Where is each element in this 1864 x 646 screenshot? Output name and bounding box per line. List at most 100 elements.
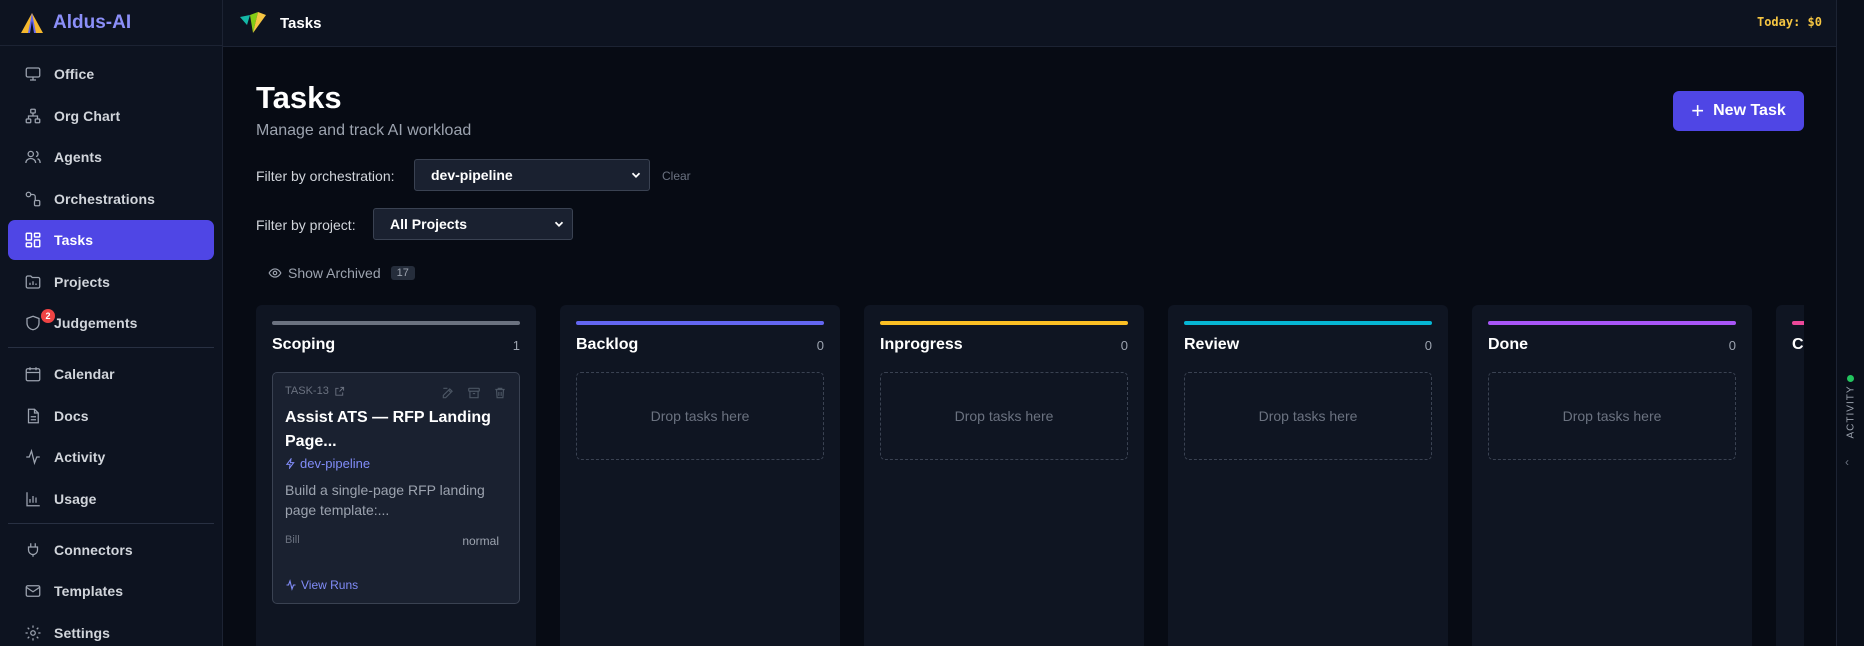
chevron-down-icon <box>554 221 564 227</box>
external-link-icon[interactable] <box>334 386 345 397</box>
column-title: Review <box>1184 336 1240 353</box>
orchestration-filter-select[interactable]: dev-pipeline <box>414 159 650 191</box>
sidebar-item-docs[interactable]: Docs <box>8 396 214 436</box>
trash-icon[interactable] <box>493 386 507 400</box>
edit-icon[interactable] <box>441 386 455 400</box>
show-archived-label: Show Archived <box>288 265 381 281</box>
sidebar-item-label: Agents <box>54 149 103 165</box>
calendar-icon <box>25 367 41 382</box>
gear-icon <box>25 625 41 640</box>
brand-name: Aldus-AI <box>53 11 132 33</box>
today-cost: Today: $0 <box>1756 15 1822 29</box>
archived-count-badge: 17 <box>390 266 415 280</box>
project-filter-value: All Projects <box>390 216 468 232</box>
sidebar: Aldus-AI Office Org Chart Agents Orchest… <box>0 0 223 646</box>
chevron-down-icon <box>631 172 641 178</box>
monitor-icon <box>25 67 41 81</box>
card-actions <box>441 386 507 400</box>
column-review: Review 0 Drop tasks here <box>1168 305 1448 646</box>
sidebar-item-label: Calendar <box>54 366 115 382</box>
column-color-bar <box>576 321 824 325</box>
archive-icon[interactable] <box>467 386 481 400</box>
new-task-button[interactable]: + New Task <box>1673 91 1804 131</box>
project-filter-label: Filter by project: <box>256 217 356 233</box>
task-card[interactable]: TASK-13 Assist ATS — RFP Landing Page...… <box>272 372 520 604</box>
sidebar-item-label: Docs <box>54 407 89 424</box>
sidebar-item-projects[interactable]: Projects <box>8 262 214 302</box>
sidebar-item-usage[interactable]: Usage <box>8 479 214 519</box>
drop-zone[interactable]: Drop tasks here <box>576 372 824 460</box>
chevron-left-icon[interactable]: ‹ <box>1845 455 1849 469</box>
grid-icon <box>25 232 41 248</box>
brand[interactable]: Aldus-AI <box>0 0 222 46</box>
sidebar-item-office[interactable]: Office <box>8 54 214 94</box>
column-color-bar <box>1488 321 1736 325</box>
sidebar-item-label: Usage <box>54 490 97 507</box>
task-tag-text: dev-pipeline <box>300 456 371 471</box>
task-id-text: TASK-13 <box>285 385 329 397</box>
sidebar-item-label: Connectors <box>54 541 133 558</box>
sidebar-item-label: Office <box>54 66 95 82</box>
sidebar-item-org-chart[interactable]: Org Chart <box>8 96 214 136</box>
drop-zone[interactable]: Drop tasks here <box>880 372 1128 460</box>
show-archived-toggle[interactable]: Show Archived 17 <box>268 265 415 281</box>
task-orchestration-tag[interactable]: dev-pipeline <box>285 456 370 471</box>
topbar-title: Tasks <box>280 14 322 32</box>
sidebar-item-agents[interactable]: Agents <box>8 137 214 177</box>
sidebar-item-orchestrations[interactable]: Orchestrations <box>8 179 214 219</box>
column-scoping: Scoping 1 TASK-13 Assist ATS — RFP Landi… <box>256 305 536 646</box>
column-title: Inprogress <box>880 336 963 353</box>
nav-divider <box>8 347 214 348</box>
activity-icon <box>26 448 40 466</box>
column-count: 1 <box>512 338 520 353</box>
workflow-icon <box>25 191 41 206</box>
app-mark-icon <box>240 12 266 33</box>
kanban-board: Scoping 1 TASK-13 Assist ATS — RFP Landi… <box>256 305 1804 646</box>
column-color-bar <box>1792 321 1804 325</box>
sidebar-item-activity[interactable]: Activity <box>8 437 214 477</box>
clear-filter-link[interactable]: Clear <box>662 169 691 183</box>
task-title: Assist ATS — RFP Landing Page... <box>285 409 491 450</box>
sidebar-item-label: Activity <box>54 449 106 465</box>
task-id: TASK-13 <box>285 385 345 397</box>
column-color-bar <box>1184 321 1432 325</box>
project-filter-select[interactable]: All Projects <box>373 208 573 240</box>
activity-rail[interactable]: ACTIVITY ‹ <box>1836 0 1864 646</box>
sidebar-item-calendar[interactable]: Calendar <box>8 354 214 394</box>
column-color-bar <box>272 321 520 325</box>
activity-rail-label: ACTIVITY <box>1845 385 1857 439</box>
sidebar-item-label: Tasks <box>54 232 94 248</box>
column-title: Done <box>1488 336 1528 353</box>
sidebar-item-tasks[interactable]: Tasks <box>8 220 214 260</box>
plug-icon <box>27 542 39 557</box>
column-title: Scoping <box>272 336 336 353</box>
judgements-badge: 2 <box>41 309 55 323</box>
task-assignee: Bill <box>285 534 300 546</box>
task-description: Build a single-page RFP landing page tem… <box>285 482 485 518</box>
sidebar-item-settings[interactable]: Settings <box>8 613 214 646</box>
document-icon <box>27 408 39 423</box>
sidebar-item-templates[interactable]: Templates <box>8 571 214 611</box>
column-partial: C <box>1776 305 1804 646</box>
view-runs-link[interactable]: View Runs <box>285 578 358 592</box>
page-subtitle: Manage and track AI workload <box>256 122 472 139</box>
sidebar-item-connectors[interactable]: Connectors <box>8 530 214 570</box>
sidebar-item-judgements[interactable]: 2 Judgements <box>8 303 214 343</box>
orchestration-filter-label: Filter by orchestration: <box>256 168 395 184</box>
column-color-bar <box>880 321 1128 325</box>
drop-zone[interactable]: Drop tasks here <box>1488 372 1736 460</box>
drop-zone[interactable]: Drop tasks here <box>1184 372 1432 460</box>
view-runs-label: View Runs <box>301 578 359 592</box>
sidebar-item-label: Judgements <box>54 315 138 331</box>
shield-icon <box>26 315 40 331</box>
task-priority: normal <box>462 534 499 548</box>
top-bar: Tasks Today: $0 <box>223 0 1836 47</box>
eye-icon <box>268 268 282 278</box>
column-count: 0 <box>1424 338 1432 353</box>
column-inprogress: Inprogress 0 Drop tasks here <box>864 305 1144 646</box>
column-count: 0 <box>816 338 824 353</box>
main-content: Tasks Manage and track AI workload + New… <box>223 47 1836 646</box>
column-title: Backlog <box>576 336 639 353</box>
bar-chart-icon <box>26 491 40 506</box>
sidebar-item-label: Settings <box>54 624 111 641</box>
